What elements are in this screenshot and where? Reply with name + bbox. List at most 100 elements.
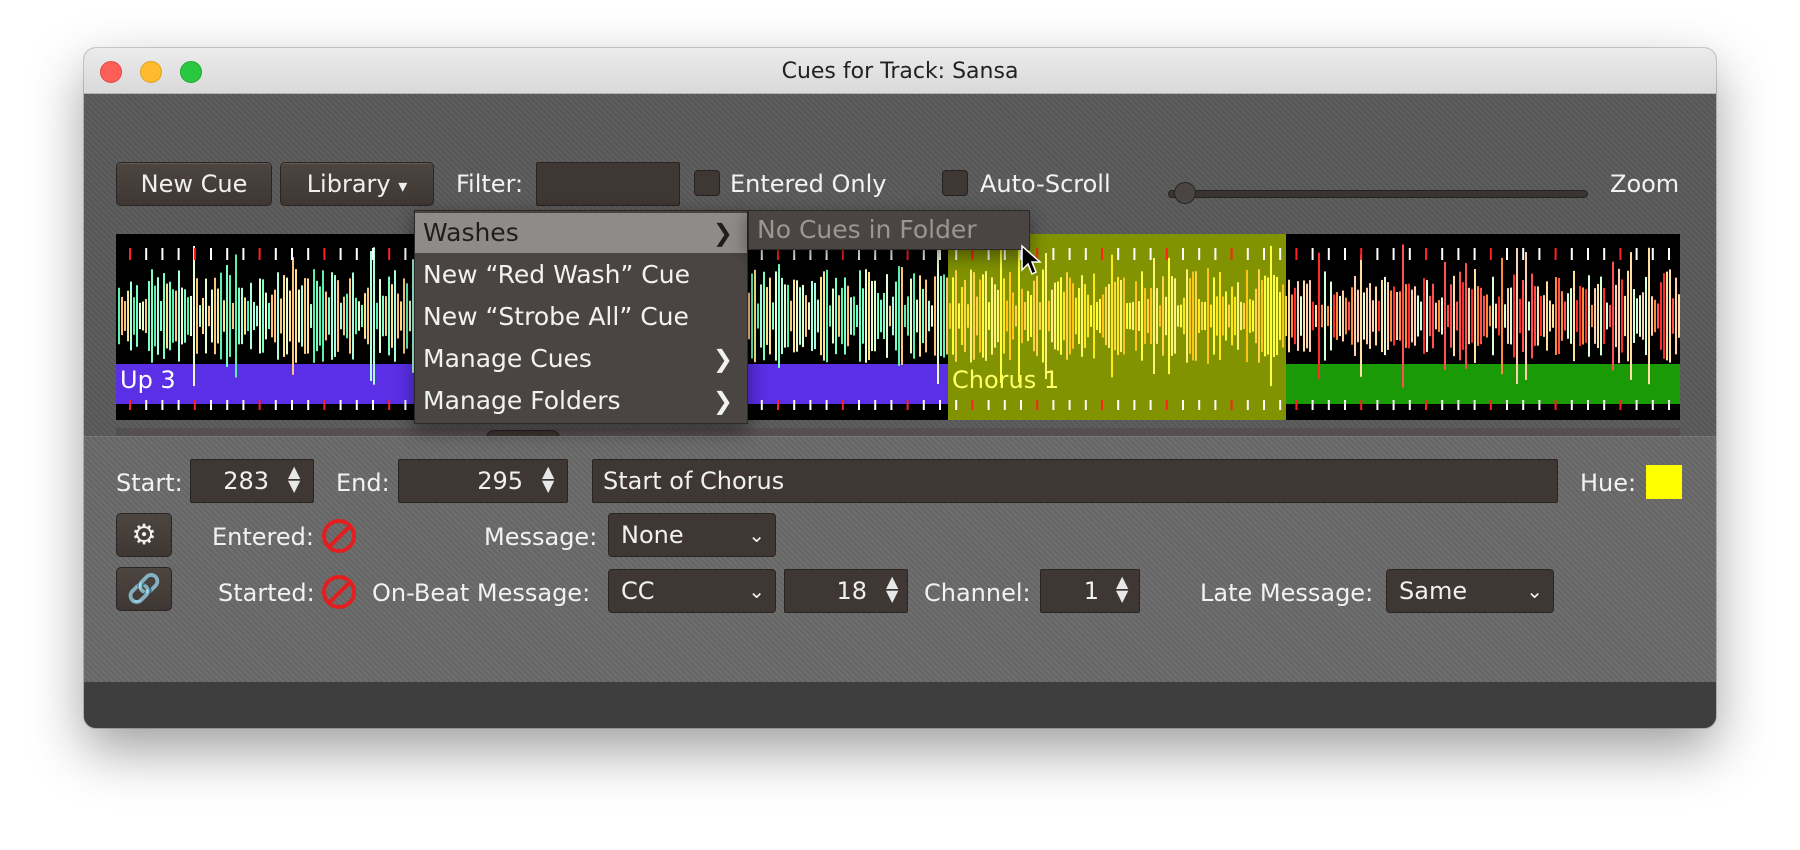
waveform-bar bbox=[328, 297, 330, 335]
started-prohibited-icon[interactable] bbox=[322, 575, 356, 609]
on-beat-number-arrows[interactable]: ▲ ▼ bbox=[886, 574, 898, 604]
window-title: Cues for Track: Sansa bbox=[781, 59, 1019, 84]
waveform-bar bbox=[1621, 279, 1623, 353]
waveform-bar bbox=[1249, 299, 1251, 333]
waveform-bar bbox=[1594, 288, 1596, 344]
waveform-bar bbox=[1366, 287, 1368, 345]
waveform-bar bbox=[1138, 301, 1140, 331]
waveform-bar bbox=[1531, 273, 1533, 359]
waveform-bar bbox=[1090, 305, 1092, 327]
entered-only-checkbox[interactable] bbox=[694, 170, 720, 196]
waveform-bar bbox=[886, 274, 888, 358]
new-cue-button[interactable]: New Cue bbox=[116, 162, 272, 206]
waveform-bar bbox=[193, 245, 195, 387]
waveform-bar bbox=[1507, 288, 1509, 344]
waveform-bar bbox=[259, 278, 261, 354]
waveform-bar bbox=[319, 286, 321, 346]
waveform-bar bbox=[1372, 300, 1374, 332]
waveform-bar bbox=[1357, 289, 1359, 343]
channel-arrows[interactable]: ▲ ▼ bbox=[1116, 574, 1128, 604]
waveform-bar bbox=[208, 305, 210, 327]
waveform-bar bbox=[373, 247, 375, 385]
hue-swatch[interactable] bbox=[1646, 465, 1682, 499]
waveform-bar bbox=[1645, 276, 1647, 356]
cue-editor-panel: Start: 283 ▲ ▼ End: 295 ▲ ▼ Start of Choru… bbox=[84, 436, 1716, 682]
waveform-bar bbox=[133, 297, 135, 335]
waveform-bar bbox=[196, 278, 198, 354]
waveform-bar bbox=[253, 301, 255, 331]
waveform-bar bbox=[391, 284, 393, 348]
menu-item-new-red-wash[interactable]: New “Red Wash” Cue bbox=[415, 255, 747, 295]
waveform-bar bbox=[1351, 287, 1353, 345]
waveform-bar bbox=[1435, 302, 1437, 330]
filter-input[interactable] bbox=[536, 162, 680, 206]
waveform-bar bbox=[1651, 296, 1653, 336]
waveform-bar bbox=[1177, 305, 1179, 327]
waveform-bar bbox=[868, 271, 870, 361]
waveform-bar bbox=[1216, 296, 1218, 336]
waveform-bar bbox=[1156, 288, 1158, 344]
zoom-slider-track[interactable] bbox=[1168, 190, 1588, 198]
waveform-bar bbox=[1297, 281, 1299, 351]
waveform-bar bbox=[1582, 287, 1584, 345]
waveform-bar bbox=[1612, 261, 1614, 371]
waveform-bar bbox=[790, 300, 792, 332]
waveform-bar bbox=[1495, 303, 1497, 329]
waveform-bar bbox=[187, 297, 189, 335]
waveform-bar bbox=[229, 275, 231, 357]
waveform-bar bbox=[940, 275, 942, 357]
waveform-bar bbox=[1171, 276, 1173, 356]
waveform-bar bbox=[1429, 295, 1431, 337]
waveform-bar bbox=[334, 275, 336, 357]
comment-field[interactable]: Start of Chorus bbox=[592, 459, 1558, 503]
entered-label: Entered: bbox=[212, 523, 314, 551]
waveform-bar bbox=[151, 269, 153, 363]
waveform-bar bbox=[1504, 304, 1506, 328]
waveform-bar bbox=[889, 305, 891, 327]
link-button[interactable]: 🔗 bbox=[116, 567, 172, 611]
start-spinner-arrows[interactable]: ▲ ▼ bbox=[288, 464, 300, 494]
waveform-bar bbox=[238, 287, 240, 345]
library-button[interactable]: Library ▾ bbox=[280, 162, 434, 206]
waveform-bar bbox=[1603, 288, 1605, 344]
entered-prohibited-icon[interactable] bbox=[322, 519, 356, 553]
waveform-bar bbox=[1126, 303, 1128, 329]
waveform-bar bbox=[1606, 302, 1608, 330]
zoom-slider-thumb[interactable] bbox=[1174, 182, 1196, 204]
message-select[interactable]: None ⌄ bbox=[608, 513, 776, 557]
waveform-bar bbox=[1669, 269, 1671, 363]
waveform-bar bbox=[217, 288, 219, 344]
waveform-bar bbox=[1528, 301, 1530, 331]
waveform-bar bbox=[775, 271, 777, 361]
waveform-bar bbox=[343, 296, 345, 336]
menu-item-washes[interactable]: Washes ❯ bbox=[415, 213, 747, 253]
waveform-bar bbox=[337, 280, 339, 352]
waveform-bar bbox=[1378, 300, 1380, 332]
waveform-bar bbox=[235, 254, 237, 378]
late-message-select[interactable]: Same ⌄ bbox=[1386, 569, 1554, 613]
menu-item-manage-folders[interactable]: Manage Folders ❯ bbox=[415, 381, 747, 421]
end-spinner-arrows[interactable]: ▲ ▼ bbox=[542, 464, 554, 494]
waveform-bar bbox=[1549, 300, 1551, 332]
menu-item-new-strobe-all[interactable]: New “Strobe All” Cue bbox=[415, 297, 747, 337]
chevron-down-icon: ⌄ bbox=[748, 579, 765, 603]
waveform-bar bbox=[148, 281, 150, 351]
waveform-bar bbox=[796, 280, 798, 352]
on-beat-message-select[interactable]: CC ⌄ bbox=[608, 569, 776, 613]
waveform-bar bbox=[268, 302, 270, 330]
waveform-bar bbox=[340, 302, 342, 330]
waveform-bar bbox=[247, 300, 249, 332]
menu-item-manage-cues[interactable]: Manage Cues ❯ bbox=[415, 339, 747, 379]
waveform-bar bbox=[1441, 297, 1443, 335]
gear-button[interactable]: ⚙ bbox=[116, 513, 172, 557]
auto-scroll-checkbox[interactable] bbox=[942, 170, 968, 196]
waveform-bar bbox=[1432, 283, 1434, 349]
waveform-bar bbox=[1411, 289, 1413, 343]
waveform-bar bbox=[1147, 298, 1149, 334]
waveform-bar bbox=[1207, 268, 1209, 364]
waveform-bar bbox=[1636, 298, 1638, 334]
waveform-display[interactable]: Up 3 Chorus 1 bbox=[116, 234, 1680, 420]
waveform-bar bbox=[778, 264, 780, 368]
waveform-bar bbox=[1252, 300, 1254, 332]
waveform-bar bbox=[1075, 297, 1077, 335]
